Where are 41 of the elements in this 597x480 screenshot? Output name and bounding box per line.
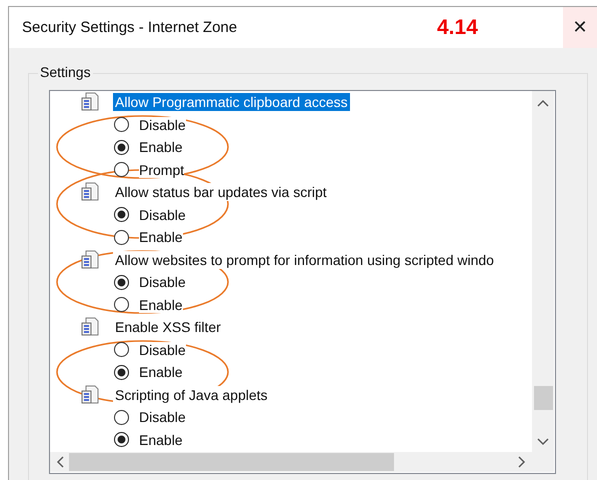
option-label: Disable — [139, 206, 186, 223]
window-title: Security Settings - Internet Zone — [21, 19, 238, 36]
group-label: Settings — [38, 64, 93, 80]
option-label: Enable — [139, 139, 183, 156]
setting-heading[interactable]: Allow status bar updates via script — [113, 183, 329, 202]
option-label: Enable — [139, 296, 183, 313]
horizontal-scrollbar[interactable] — [50, 452, 532, 472]
scroll-up-icon[interactable] — [537, 99, 549, 107]
script-icon — [81, 182, 99, 202]
close-button[interactable]: ✕ — [563, 7, 597, 48]
scroll-down-icon[interactable] — [537, 438, 549, 446]
annotation-number: 4.14 — [437, 16, 478, 40]
option-label: Enable — [139, 364, 183, 380]
radio-button[interactable] — [114, 274, 129, 290]
radio-button[interactable] — [114, 410, 129, 425]
radio-button[interactable] — [114, 230, 129, 245]
option-label: Enable — [139, 229, 183, 246]
radio-button[interactable] — [114, 432, 129, 448]
setting-heading[interactable]: Scripting of Java applets — [113, 386, 270, 404]
scroll-left-icon[interactable] — [56, 456, 64, 468]
radio-button[interactable] — [114, 207, 129, 222]
radio-button[interactable] — [114, 117, 129, 132]
option-label: Disable — [139, 342, 186, 358]
radio-button[interactable] — [114, 140, 129, 155]
scroll-right-icon[interactable] — [518, 456, 526, 468]
setting-heading[interactable]: Allow websites to prompt for information using scripted windo — [113, 250, 496, 269]
radio-button[interactable] — [114, 297, 129, 312]
radio-button[interactable] — [114, 342, 129, 358]
radio-button[interactable] — [114, 162, 129, 178]
option-label: Disable — [139, 116, 186, 133]
script-icon — [81, 250, 99, 270]
setting-heading[interactable]: Allow Programmatic clipboard access — [113, 93, 350, 112]
script-icon — [81, 317, 99, 338]
vertical-scrollbar[interactable] — [532, 91, 554, 452]
option-label: Enable — [139, 432, 183, 448]
option-label: Disable — [139, 274, 186, 290]
option-label: Disable — [139, 409, 186, 426]
script-icon — [81, 384, 99, 405]
scroll-thumb[interactable] — [534, 386, 552, 410]
scroll-thumb[interactable] — [69, 453, 394, 471]
radio-button[interactable] — [114, 364, 129, 380]
